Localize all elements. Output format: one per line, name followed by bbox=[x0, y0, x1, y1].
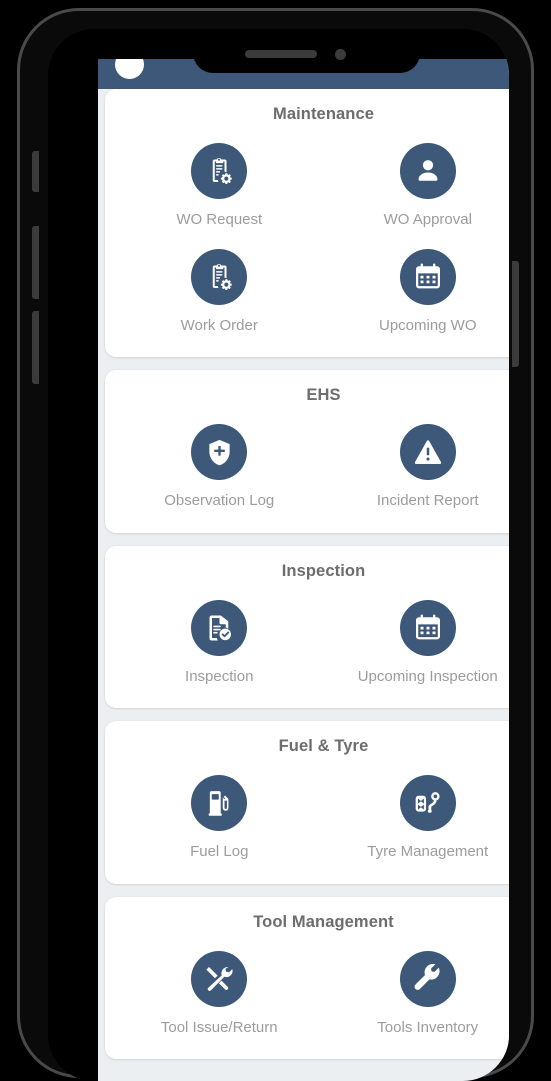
tile-tool-issue-return[interactable]: Tool Issue/Return bbox=[115, 942, 324, 1048]
tile-label: Fuel Log bbox=[190, 843, 249, 860]
tile-grid: Fuel Log Tyre Management bbox=[115, 766, 509, 872]
tile-wo-request[interactable]: WO Request bbox=[115, 134, 324, 240]
front-camera-icon bbox=[335, 49, 346, 60]
tile-label: Work Order bbox=[180, 316, 258, 334]
shield-plus-icon[interactable] bbox=[191, 424, 248, 480]
volume-down-button[interactable] bbox=[32, 311, 39, 384]
tile-observation-log[interactable]: Observation Log bbox=[115, 415, 324, 521]
silent-switch-button[interactable] bbox=[32, 151, 39, 192]
tile-upcoming-wo[interactable]: Upcoming WO bbox=[324, 240, 510, 346]
tile-label: Upcoming WO bbox=[378, 316, 477, 334]
clipboard-gear-icon[interactable] bbox=[191, 248, 248, 305]
module-list-scroll-area[interactable]: Maintenance WO Request WO Approval Work … bbox=[98, 89, 509, 1081]
tile-upcoming-inspection[interactable]: Upcoming Inspection bbox=[324, 591, 510, 697]
section-card-tool-management: Tool Management Tool Issue/Return Tools … bbox=[105, 896, 509, 1059]
tile-label: Tyre Management bbox=[367, 843, 489, 860]
earpiece-speaker-icon bbox=[245, 50, 317, 58]
tile-grid: WO Request WO Approval Work Order Upcomi… bbox=[115, 134, 509, 345]
phone-screen: Maintenance WO Request WO Approval Work … bbox=[98, 59, 509, 1081]
person-icon[interactable] bbox=[399, 143, 456, 199]
tile-grid: Tool Issue/Return Tools Inventory bbox=[115, 942, 509, 1048]
tile-label: WO Request bbox=[176, 211, 263, 228]
section-title: Inspection bbox=[281, 561, 366, 580]
clipboard-gear-icon[interactable] bbox=[191, 143, 248, 199]
tile-label: WO Approval bbox=[383, 211, 472, 228]
display-notch bbox=[193, 37, 420, 73]
device-bezel: Maintenance WO Request WO Approval Work … bbox=[48, 29, 509, 1081]
document-check-icon[interactable] bbox=[191, 599, 248, 656]
section-title: Fuel & Tyre bbox=[278, 737, 369, 755]
tools-crossed-icon[interactable] bbox=[191, 950, 248, 1007]
calendar-icon[interactable] bbox=[399, 599, 456, 656]
tyre-gauge-icon[interactable] bbox=[399, 775, 456, 831]
tile-tools-inventory[interactable]: Tools Inventory bbox=[324, 942, 510, 1048]
section-card-maintenance: Maintenance WO Request WO Approval Work … bbox=[105, 89, 509, 357]
fuel-pump-icon[interactable] bbox=[191, 775, 248, 831]
tile-inspection[interactable]: Inspection bbox=[115, 591, 324, 697]
tile-grid: Observation Log Incident Report bbox=[115, 415, 509, 521]
tile-label: Tool Issue/Return bbox=[160, 1018, 278, 1036]
section-title: Maintenance bbox=[272, 105, 375, 123]
tile-work-order[interactable]: Work Order bbox=[115, 240, 324, 346]
tile-label: Observation Log bbox=[164, 492, 275, 509]
section-card-ehs: EHS Observation Log Incident Report bbox=[105, 370, 509, 533]
avatar[interactable] bbox=[115, 59, 144, 79]
tile-label: Tools Inventory bbox=[377, 1018, 479, 1036]
tile-fuel-log[interactable]: Fuel Log bbox=[115, 766, 324, 872]
power-button[interactable] bbox=[512, 261, 519, 367]
section-title: Tool Management bbox=[253, 912, 394, 931]
tile-incident-report[interactable]: Incident Report bbox=[324, 415, 510, 521]
phone-device-frame: Maintenance WO Request WO Approval Work … bbox=[17, 8, 534, 1081]
tile-label: Inspection bbox=[185, 667, 254, 685]
tile-grid: Inspection Upcoming Inspection bbox=[115, 591, 509, 697]
tile-wo-approval[interactable]: WO Approval bbox=[324, 134, 510, 240]
section-title: EHS bbox=[306, 386, 341, 404]
tile-tyre-management[interactable]: Tyre Management bbox=[324, 766, 510, 872]
warning-triangle-icon[interactable] bbox=[399, 424, 456, 480]
wrench-icon[interactable] bbox=[399, 950, 456, 1007]
tile-label: Upcoming Inspection bbox=[357, 667, 498, 685]
section-card-inspection: Inspection Inspection Upcoming Inspectio… bbox=[105, 545, 509, 708]
volume-up-button[interactable] bbox=[32, 226, 39, 299]
section-card-fuel-tyre: Fuel & Tyre Fuel Log Tyre Management bbox=[105, 721, 509, 884]
calendar-icon[interactable] bbox=[399, 248, 456, 305]
tile-label: Incident Report bbox=[376, 492, 479, 509]
